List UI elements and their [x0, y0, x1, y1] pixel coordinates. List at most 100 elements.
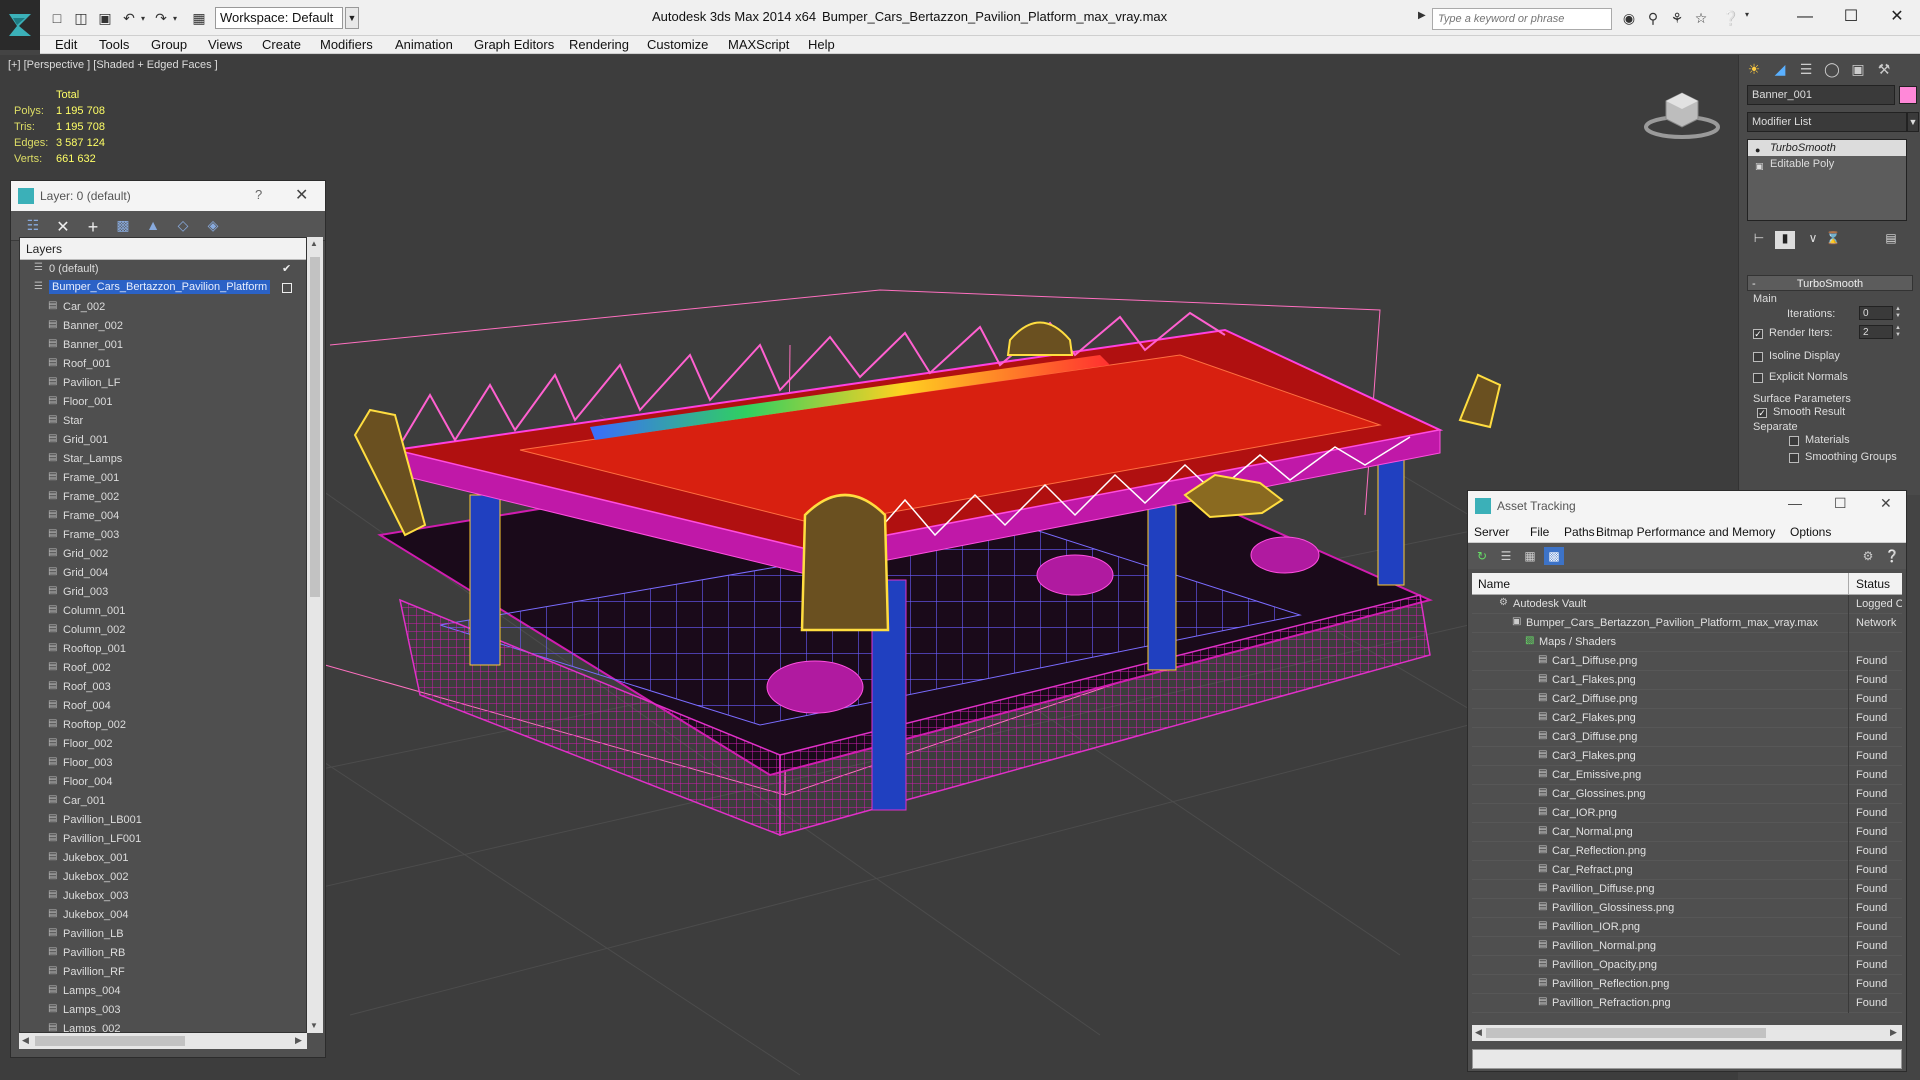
- layers-column-header[interactable]: Layers: [20, 238, 306, 260]
- asset-row[interactable]: ▤ Pavillion_Opacity.png Found: [1472, 956, 1902, 975]
- layer-filter-icon[interactable]: ☷: [23, 217, 43, 235]
- layer-row[interactable]: ▤ Floor_002: [20, 735, 306, 754]
- scroll-left-icon[interactable]: ◀: [1475, 1027, 1482, 1038]
- layer-row[interactable]: ▤ Car_001: [20, 792, 306, 811]
- table-view-icon[interactable]: ▩: [1544, 547, 1564, 565]
- scroll-left-icon[interactable]: ◀: [22, 1035, 29, 1046]
- layer-row[interactable]: ▤ Jukebox_004: [20, 906, 306, 925]
- stack-item-editable-poly[interactable]: ▣ Editable Poly: [1748, 156, 1906, 172]
- current-layer-check-icon[interactable]: ✔: [282, 262, 291, 275]
- new-file-icon[interactable]: □: [48, 9, 66, 27]
- layer-row[interactable]: ▤ Jukebox_001: [20, 849, 306, 868]
- spinner-arrows-icon[interactable]: ▲ ▼: [1895, 325, 1903, 339]
- layer-row[interactable]: ☰ 0 (default) ✔: [20, 260, 306, 279]
- layer-row[interactable]: ▤ Banner_001: [20, 336, 306, 355]
- asset-row[interactable]: ▤ Car_Normal.png Found: [1472, 823, 1902, 842]
- collapse-icon[interactable]: -: [1752, 276, 1756, 292]
- project-folder-icon[interactable]: ▦: [190, 9, 208, 27]
- hierarchy-tab-icon[interactable]: ☰: [1795, 58, 1817, 80]
- layer-row[interactable]: ▤ Pavillion_RF: [20, 963, 306, 982]
- menu-maxscript[interactable]: MAXScript: [728, 37, 789, 52]
- layer-row[interactable]: ▤ Frame_003: [20, 526, 306, 545]
- viewport-label[interactable]: [+] [Perspective ] [Shaded + Edged Faces…: [8, 59, 218, 71]
- scrollbar-thumb[interactable]: [1486, 1028, 1766, 1038]
- layer-row[interactable]: ▤ Floor_003: [20, 754, 306, 773]
- asset-tracking-titlebar[interactable]: Asset Tracking — ☐ ✕: [1468, 491, 1906, 521]
- help-icon[interactable]: ❔: [1882, 547, 1902, 565]
- menu-graph-editors[interactable]: Graph Editors: [474, 37, 554, 52]
- communication-center-icon[interactable]: ⚘: [1668, 10, 1686, 28]
- layer-row[interactable]: ▤ Roof_001: [20, 355, 306, 374]
- menu-bitmap-performance[interactable]: Bitmap Performance and Memory: [1596, 525, 1775, 539]
- asset-row[interactable]: ▧ Maps / Shaders: [1472, 633, 1902, 652]
- hide-unhide-icon[interactable]: ◈: [203, 217, 223, 235]
- layer-row[interactable]: ▤ Grid_004: [20, 564, 306, 583]
- viewcube-icon[interactable]: [1644, 85, 1720, 141]
- asset-row[interactable]: ▤ Car2_Flakes.png Found: [1472, 709, 1902, 728]
- menu-options[interactable]: Options: [1790, 525, 1831, 539]
- menu-create[interactable]: Create: [262, 37, 301, 52]
- layer-row[interactable]: ▤ Star: [20, 412, 306, 431]
- asset-row[interactable]: ▤ Pavillion_Refraction.png Found: [1472, 994, 1902, 1013]
- column-divider[interactable]: [1848, 573, 1849, 595]
- scroll-right-icon[interactable]: ▶: [295, 1035, 302, 1046]
- modifier-stack[interactable]: ● TurboSmooth ▣ Editable Poly: [1747, 139, 1907, 221]
- asset-row[interactable]: ▤ Car_IOR.png Found: [1472, 804, 1902, 823]
- horizontal-scrollbar[interactable]: ◀ ▶: [19, 1033, 307, 1049]
- menu-file[interactable]: File: [1530, 525, 1549, 539]
- layer-row[interactable]: ▤ Pavillion_LB001: [20, 811, 306, 830]
- layer-row[interactable]: ▤ Jukebox_003: [20, 887, 306, 906]
- object-color-swatch[interactable]: [1899, 86, 1917, 104]
- help-search-input[interactable]: [1432, 8, 1612, 30]
- layer-tree[interactable]: Layers ☰ 0 (default) ✔ ☰ Bumper_Cars_Bertazz…: [19, 237, 307, 1033]
- object-name-field[interactable]: Banner_001: [1747, 85, 1895, 105]
- detail-view-icon[interactable]: ▦: [1520, 547, 1540, 565]
- menu-paths[interactable]: Paths: [1564, 525, 1595, 539]
- column-header-status[interactable]: Status: [1856, 577, 1890, 591]
- open-folder-icon[interactable]: ◫: [72, 9, 90, 27]
- asset-row[interactable]: ⚙ Autodesk Vault Logged Out: [1472, 595, 1902, 614]
- redo-dropdown-icon[interactable]: ▾: [166, 9, 184, 27]
- workspace-dropdown[interactable]: Workspace: Default: [215, 7, 343, 29]
- layer-row[interactable]: ▤ Star_Lamps: [20, 450, 306, 469]
- menu-tools[interactable]: Tools: [99, 37, 129, 52]
- render-iters-checkbox[interactable]: ✓: [1753, 329, 1763, 339]
- add-selection-icon[interactable]: ▩: [113, 217, 133, 235]
- remove-modifier-icon[interactable]: ⌛: [1823, 231, 1843, 249]
- layer-row[interactable]: ▤ Floor_004: [20, 773, 306, 792]
- smoothing-groups-checkbox[interactable]: [1789, 453, 1799, 463]
- display-tab-icon[interactable]: ▣: [1847, 58, 1869, 80]
- asset-row[interactable]: ▤ Pavillion_Reflection.png Found: [1472, 975, 1902, 994]
- layer-row[interactable]: ▤ Frame_002: [20, 488, 306, 507]
- asset-row[interactable]: ▤ Car1_Diffuse.png Found: [1472, 652, 1902, 671]
- asset-row[interactable]: ▤ Car1_Flakes.png Found: [1472, 671, 1902, 690]
- help-icon[interactable]: ?: [255, 187, 262, 202]
- delete-layer-icon[interactable]: ✕: [53, 217, 73, 236]
- layer-row[interactable]: ▤ Pavilion_LF: [20, 374, 306, 393]
- scroll-down-icon[interactable]: ▼: [310, 1021, 318, 1030]
- menu-group[interactable]: Group: [151, 37, 187, 52]
- asset-row[interactable]: ▣ Bumper_Cars_Bertazzon_Pavilion_Platform…: [1472, 614, 1902, 633]
- close-icon[interactable]: ✕: [1874, 2, 1920, 32]
- asset-row[interactable]: ▤ Pavillion_Normal.png Found: [1472, 937, 1902, 956]
- layer-row[interactable]: ▤ Car_002: [20, 298, 306, 317]
- asset-row[interactable]: ▤ Pavillion_IOR.png Found: [1472, 918, 1902, 937]
- layer-row[interactable]: ▤ Frame_001: [20, 469, 306, 488]
- layer-row[interactable]: ▤ Grid_001: [20, 431, 306, 450]
- list-view-icon[interactable]: ☰: [1496, 547, 1516, 565]
- binoculars-icon[interactable]: ◉: [1620, 10, 1638, 28]
- layer-row[interactable]: ▤ Column_002: [20, 621, 306, 640]
- menu-views[interactable]: Views: [208, 37, 242, 52]
- help-dropdown-icon[interactable]: ▾: [1738, 10, 1756, 28]
- select-objects-icon[interactable]: ▲: [143, 217, 163, 235]
- menu-customize[interactable]: Customize: [647, 37, 708, 52]
- layer-row[interactable]: ▤ Lamps_002: [20, 1020, 306, 1032]
- subscription-key-icon[interactable]: ⚲: [1644, 10, 1662, 28]
- vertical-scrollbar[interactable]: ▲ ▼: [307, 237, 323, 1033]
- highlight-layer-icon[interactable]: ◇: [173, 217, 193, 235]
- new-layer-icon[interactable]: +: [83, 217, 103, 237]
- save-icon[interactable]: ▣: [96, 9, 114, 27]
- smooth-result-checkbox[interactable]: ✓: [1757, 408, 1767, 418]
- scrollbar-thumb[interactable]: [35, 1036, 185, 1046]
- undo-dropdown-icon[interactable]: ▾: [134, 9, 152, 27]
